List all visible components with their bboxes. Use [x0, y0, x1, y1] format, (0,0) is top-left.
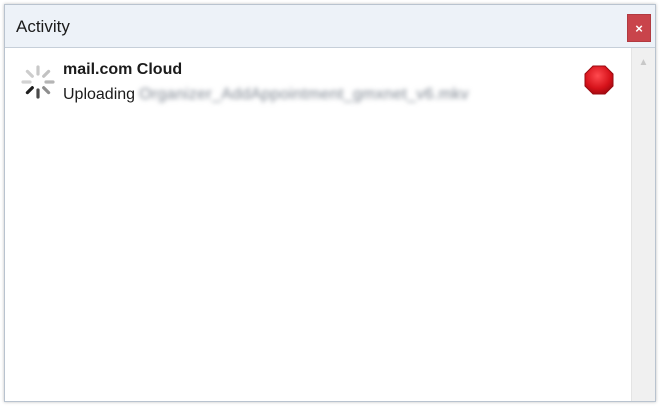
item-status: Uploading Organizer_AddAppointment_gmxnet… — [63, 86, 469, 104]
activity-window: Activity × mail.com Cloud Uploading Organ… — [4, 4, 656, 402]
titlebar: Activity × — [5, 5, 655, 48]
spinner-icon — [21, 65, 55, 99]
window-title: Activity — [16, 17, 70, 36]
scrollbar[interactable]: ▲ — [631, 48, 655, 401]
status-text: Uploading — [63, 86, 136, 103]
filename-text: Organizer_AddAppointment_gmxnet_v6.mkv — [139, 86, 469, 103]
stop-icon[interactable] — [583, 64, 615, 96]
list-item: mail.com Cloud Uploading Organizer_AddApp… — [5, 56, 625, 104]
item-title: mail.com Cloud — [63, 61, 183, 78]
close-button[interactable]: × — [627, 14, 651, 42]
activity-list: mail.com Cloud Uploading Organizer_AddApp… — [5, 48, 629, 401]
scroll-up-icon[interactable]: ▲ — [632, 56, 655, 70]
